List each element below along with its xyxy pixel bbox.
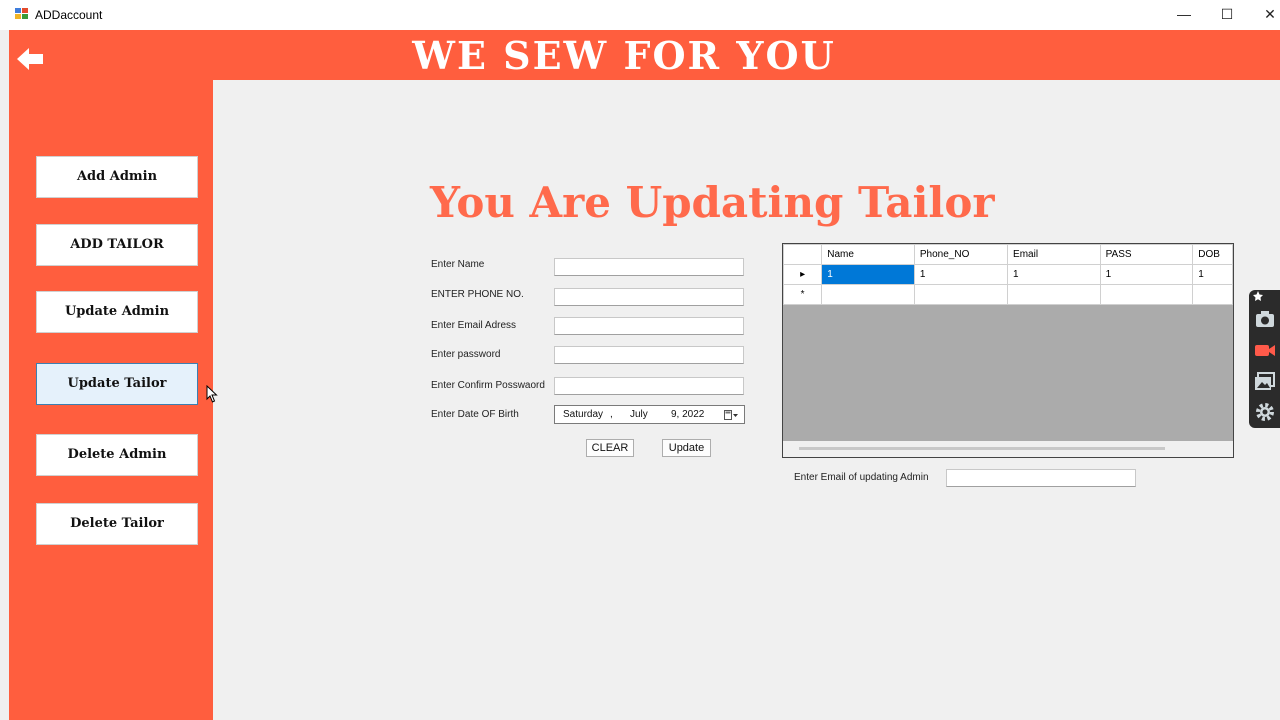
- app-icon: [15, 8, 28, 20]
- settings-icon[interactable]: [1254, 401, 1276, 423]
- column-header-dob[interactable]: DOB: [1192, 244, 1233, 265]
- name-input[interactable]: [554, 258, 744, 276]
- minimize-button[interactable]: —: [1173, 4, 1195, 26]
- header-bar: WE SEW FOR YOU: [9, 30, 1280, 80]
- capture-toolbar: [1249, 290, 1280, 428]
- close-button[interactable]: ✕: [1259, 4, 1280, 26]
- email-lookup-label: Enter Email of updating Admin: [794, 472, 929, 483]
- dob-label: Enter Date OF Birth: [431, 409, 519, 420]
- grid-header-row: Name Phone_NO Email PASS DOB: [783, 244, 1233, 265]
- phone-input[interactable]: [554, 288, 744, 306]
- name-label: Enter Name: [431, 259, 485, 270]
- grid-table: Name Phone_NO Email PASS DOB ▸ 1 1 1 1 1…: [783, 244, 1233, 305]
- table-row[interactable]: ▸ 1 1 1 1 1: [783, 264, 1233, 285]
- table-cell[interactable]: [1007, 284, 1101, 305]
- update-button[interactable]: Update: [662, 439, 711, 457]
- dob-date-picker[interactable]: Saturday , July 9, 2022: [554, 405, 745, 424]
- maximize-button[interactable]: ☐: [1216, 4, 1238, 26]
- video-icon[interactable]: [1254, 339, 1276, 361]
- email-input[interactable]: [554, 317, 744, 335]
- update-admin-button[interactable]: Update Admin: [36, 291, 198, 333]
- dob-month: July: [630, 409, 648, 420]
- window-edge: [0, 30, 9, 720]
- dob-separator: ,: [610, 409, 613, 420]
- confirm-password-input[interactable]: [554, 377, 744, 395]
- dob-weekday: Saturday: [563, 409, 604, 420]
- email-label: Enter Email Adress: [431, 320, 517, 331]
- window-title: ADDaccount: [35, 8, 103, 22]
- password-label: Enter password: [431, 349, 501, 360]
- sidebar: Add Admin ADD TAILOR Update Admin Update…: [9, 80, 213, 720]
- camera-icon[interactable]: [1254, 308, 1276, 330]
- tailor-data-grid[interactable]: Name Phone_NO Email PASS DOB ▸ 1 1 1 1 1…: [782, 243, 1234, 458]
- scrollbar-thumb[interactable]: [799, 447, 1165, 450]
- app-window: ADDaccount — ☐ ✕ WE SEW FOR YOU Add Admi…: [0, 0, 1280, 720]
- column-header-pass[interactable]: PASS: [1099, 244, 1194, 265]
- horizontal-scrollbar[interactable]: [783, 441, 1233, 457]
- grid-corner-header: [783, 244, 823, 265]
- confirm-password-label: Enter Confirm Posswaord: [431, 380, 545, 391]
- table-cell[interactable]: 1: [1192, 264, 1233, 285]
- table-cell[interactable]: 1: [913, 264, 1009, 285]
- update-tailor-button[interactable]: Update Tailor: [36, 363, 198, 405]
- add-tailor-button[interactable]: ADD TAILOR: [36, 224, 198, 266]
- row-selector-icon[interactable]: ▸: [783, 264, 823, 285]
- table-cell[interactable]: 1: [821, 264, 915, 285]
- pin-icon[interactable]: [1252, 290, 1264, 302]
- email-lookup-input[interactable]: [946, 469, 1136, 487]
- delete-admin-button[interactable]: Delete Admin: [36, 434, 198, 476]
- clear-button[interactable]: CLEAR: [586, 439, 634, 457]
- new-row-icon[interactable]: *: [783, 284, 823, 305]
- title-bar: ADDaccount — ☐ ✕: [0, 0, 1280, 30]
- column-header-email[interactable]: Email: [1007, 244, 1101, 265]
- page-title: You Are Updating Tailor: [430, 178, 995, 227]
- table-cell[interactable]: [1099, 284, 1194, 305]
- column-header-phone[interactable]: Phone_NO: [913, 244, 1009, 265]
- column-header-name[interactable]: Name: [821, 244, 915, 265]
- phone-label: ENTER PHONE NO.: [431, 289, 524, 300]
- table-cell[interactable]: 1: [1007, 264, 1101, 285]
- password-input[interactable]: [554, 346, 744, 364]
- table-cell[interactable]: 1: [1099, 264, 1194, 285]
- table-cell[interactable]: [821, 284, 915, 305]
- gallery-icon[interactable]: [1254, 370, 1276, 392]
- table-cell[interactable]: [1192, 284, 1233, 305]
- mouse-cursor-icon: [206, 385, 218, 403]
- dob-day-year: 9, 2022: [671, 409, 705, 420]
- table-cell[interactable]: [913, 284, 1009, 305]
- new-table-row[interactable]: *: [783, 284, 1233, 305]
- calendar-dropdown-icon[interactable]: [724, 410, 738, 421]
- add-admin-button[interactable]: Add Admin: [36, 156, 198, 198]
- brand-title: WE SEW FOR YOU: [412, 33, 836, 78]
- delete-tailor-button[interactable]: Delete Tailor: [36, 503, 198, 545]
